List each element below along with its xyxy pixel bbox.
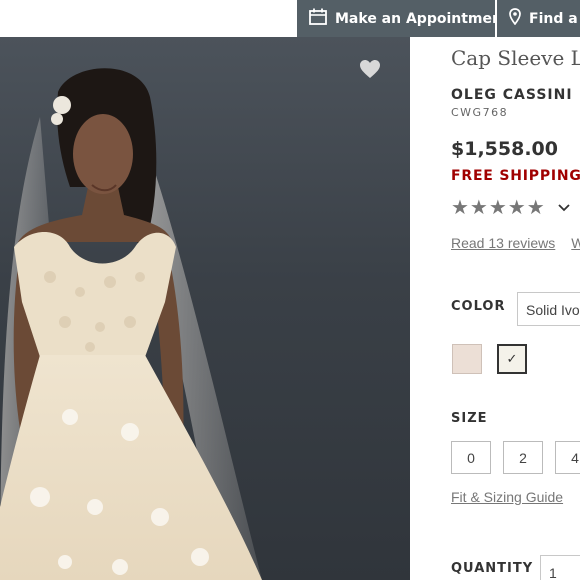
- color-swatch-ivory[interactable]: ✓: [497, 344, 527, 374]
- quantity-input[interactable]: 1: [540, 555, 580, 580]
- find-store-button[interactable]: Find a St: [497, 0, 580, 37]
- rating-stars[interactable]: ★★★★★: [451, 195, 570, 220]
- product-title: Cap Sleeve La: [451, 46, 580, 70]
- product-price: $1,558.00: [451, 138, 558, 160]
- chevron-down-icon[interactable]: [558, 200, 570, 215]
- make-appointment-label: Make an Appointment: [335, 10, 495, 27]
- product-image[interactable]: [0, 37, 410, 580]
- find-store-label: Find a St: [529, 10, 580, 27]
- free-shipping-text: FREE SHIPPING ON: [451, 168, 580, 184]
- top-bar: Make an Appointment Find a St: [0, 0, 580, 37]
- write-review-link[interactable]: W: [571, 235, 580, 251]
- make-appointment-button[interactable]: Make an Appointment: [297, 0, 495, 37]
- size-option-2[interactable]: 2: [503, 441, 543, 474]
- quantity-label: QUANTITY: [451, 561, 534, 576]
- bride-illustration: [0, 68, 262, 580]
- rating-stars-glyphs: ★★★★★: [451, 197, 546, 219]
- color-select[interactable]: Solid Ivory: [517, 292, 580, 326]
- color-swatch-blush[interactable]: [452, 344, 482, 374]
- size-option-0[interactable]: 0: [451, 441, 491, 474]
- size-label: SIZE: [451, 411, 488, 426]
- size-option-4[interactable]: 4: [555, 441, 580, 474]
- calendar-icon: [309, 8, 327, 29]
- location-pin-icon: [509, 8, 521, 29]
- product-details-panel: Cap Sleeve La OLEG CASSINI CWG768 $1,558…: [410, 37, 580, 580]
- fit-sizing-guide-link[interactable]: Fit & Sizing Guide: [451, 489, 563, 505]
- product-sku: CWG768: [451, 106, 509, 119]
- heart-icon[interactable]: [359, 59, 381, 84]
- color-label: COLOR: [451, 299, 506, 314]
- check-icon: ✓: [506, 351, 518, 366]
- product-brand: OLEG CASSINI: [451, 87, 573, 103]
- read-reviews-link[interactable]: Read 13 reviews: [451, 235, 555, 251]
- reviews-links: Read 13 reviews W: [451, 235, 580, 251]
